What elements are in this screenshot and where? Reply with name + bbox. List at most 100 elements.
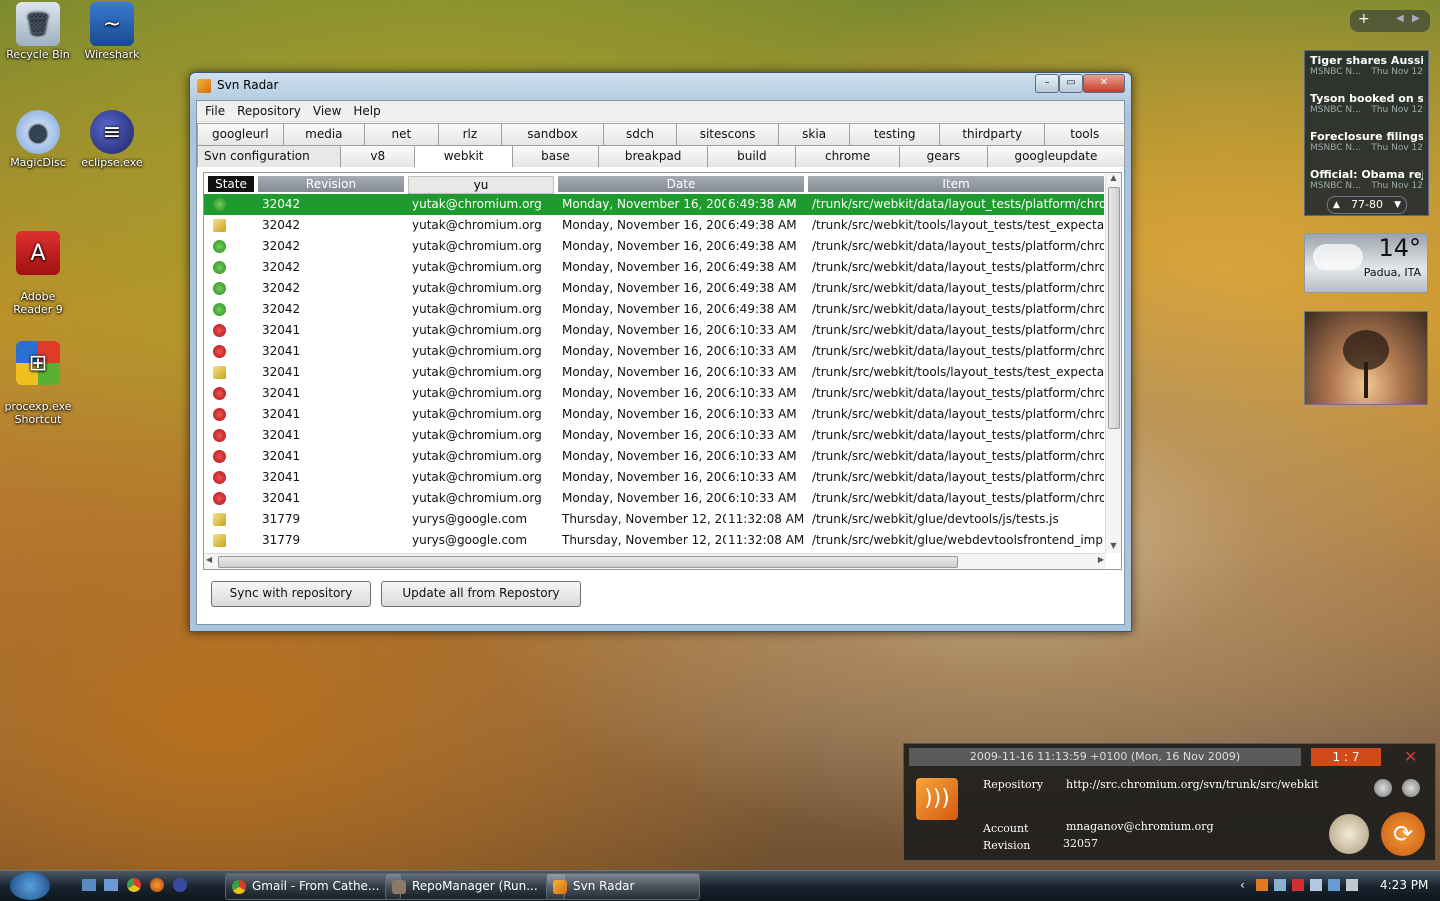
horizontal-scroll-thumb[interactable]: [218, 556, 958, 568]
tray-network-icon[interactable]: [1274, 879, 1286, 891]
table-row[interactable]: 32042 yutak@chromium.org Monday, November …: [204, 236, 1104, 257]
desktop-icon-adobe-reader[interactable]: A Adobe Reader 9: [0, 218, 76, 329]
revision-grid[interactable]: State Revision yu Date Item 32042 yutak@c…: [203, 172, 1122, 570]
tab-build[interactable]: build: [707, 145, 797, 167]
table-row[interactable]: 32042 yutak@chromium.org Monday, November …: [204, 257, 1104, 278]
tab-chrome[interactable]: chrome: [795, 145, 900, 167]
maximize-button[interactable]: ▭: [1059, 74, 1083, 93]
author-filter-input[interactable]: yu: [408, 176, 554, 194]
tab-media[interactable]: media: [282, 123, 366, 145]
show-desktop-icon[interactable]: [82, 879, 96, 891]
news-item[interactable]: Foreclosure filings di... MSNBC N...Thu …: [1305, 127, 1428, 165]
sidebar-prev-icon[interactable]: ◀: [1396, 13, 1404, 24]
svn-notification-popup[interactable]: 2009-11-16 11:13:59 +0100 (Mon, 16 Nov 2…: [903, 743, 1436, 861]
scroll-down-icon[interactable]: ▼: [1106, 541, 1121, 553]
tab-googleupdate[interactable]: googleupdate: [986, 145, 1126, 167]
news-next-icon[interactable]: ▼: [1394, 197, 1401, 213]
tab-net[interactable]: net: [364, 123, 439, 145]
sidebar-next-icon[interactable]: ▶: [1412, 13, 1420, 24]
scroll-up-icon[interactable]: ▲: [1106, 173, 1121, 185]
weather-gadget[interactable]: 14° Padua, ITA: [1304, 233, 1428, 293]
tab-thirdparty[interactable]: thirdparty: [938, 123, 1046, 145]
column-header-state[interactable]: State: [208, 176, 254, 192]
table-row[interactable]: 31779 yurys@google.com Thursday, November …: [204, 530, 1104, 551]
menu-view[interactable]: View: [307, 104, 347, 118]
tab-googleurl[interactable]: googleurl: [197, 123, 284, 145]
table-row[interactable]: 32041 yutak@chromium.org Monday, November …: [204, 383, 1104, 404]
table-row[interactable]: 32042 yutak@chromium.org Monday, November …: [204, 278, 1104, 299]
column-header-revision[interactable]: Revision: [258, 176, 404, 192]
table-row[interactable]: 31779 yurys@google.com Thursday, November …: [204, 509, 1104, 530]
title-bar[interactable]: Svn Radar – ▭ ✕: [190, 73, 1131, 99]
table-row[interactable]: 32041 yutak@chromium.org Monday, November …: [204, 404, 1104, 425]
tray-battery-icon[interactable]: [1310, 879, 1322, 891]
news-prev-icon[interactable]: ▲: [1333, 197, 1340, 213]
tray-volume-icon[interactable]: [1346, 879, 1358, 891]
notes-icon[interactable]: [1329, 814, 1369, 854]
minimize-button[interactable]: –: [1035, 74, 1059, 93]
table-row[interactable]: 32041 yutak@chromium.org Monday, November …: [204, 467, 1104, 488]
add-gadget-icon[interactable]: +: [1358, 11, 1370, 27]
slideshow-gadget[interactable]: [1304, 311, 1428, 405]
desktop-icon-eclipse[interactable]: ≡ eclipse.exe: [74, 110, 150, 169]
menu-file[interactable]: File: [199, 104, 231, 118]
table-row[interactable]: 32041 yutak@chromium.org Monday, November …: [204, 425, 1104, 446]
start-button[interactable]: [10, 872, 50, 900]
task-svn-radar[interactable]: Svn Radar: [546, 873, 700, 900]
tab-sitescons[interactable]: sitescons: [676, 123, 779, 145]
scroll-left-icon[interactable]: ◀: [206, 555, 212, 564]
repository-url[interactable]: http://src.chromium.org/svn/trunk/src/we…: [1066, 778, 1319, 791]
news-item[interactable]: Tiger shares Aussie ... MSNBC N...Thu No…: [1305, 51, 1428, 89]
desktop-icon-procexp[interactable]: ⊞ procexp.exe Shortcut: [0, 328, 76, 439]
clock[interactable]: 4:23 PM: [1380, 878, 1428, 892]
task-repomanager[interactable]: RepoManager (Run...: [385, 873, 565, 900]
chrome-icon[interactable]: [127, 878, 141, 892]
eclipse-quicklaunch-icon[interactable]: [173, 878, 187, 892]
update-all-button[interactable]: Update all from Repostory: [381, 581, 581, 607]
sync-with-repository-button[interactable]: Sync with repository: [211, 581, 371, 607]
scroll-right-icon[interactable]: ▶: [1098, 555, 1104, 564]
column-header-date[interactable]: Date: [558, 176, 804, 192]
prev-notification-button[interactable]: [1374, 779, 1392, 797]
tab-sandbox[interactable]: sandbox: [501, 123, 604, 145]
next-notification-button[interactable]: [1402, 779, 1420, 797]
tab-tools[interactable]: tools: [1044, 123, 1126, 145]
menu-help[interactable]: Help: [347, 104, 386, 118]
tab-skia[interactable]: skia: [777, 123, 851, 145]
svn-configuration-label[interactable]: Svn configuration: [197, 145, 342, 167]
table-row[interactable]: 32041 yutak@chromium.org Monday, November …: [204, 341, 1104, 362]
vertical-scroll-thumb[interactable]: [1108, 187, 1120, 429]
tab-gears[interactable]: gears: [898, 145, 988, 167]
firefox-icon[interactable]: [150, 878, 164, 892]
tab-base[interactable]: base: [511, 145, 599, 167]
task-gmail[interactable]: Gmail - From Cathe...: [225, 873, 401, 900]
tray-expand-icon[interactable]: ‹: [1240, 878, 1245, 892]
tray-gmail-icon[interactable]: [1292, 879, 1304, 891]
table-row[interactable]: 32041 yutak@chromium.org Monday, November …: [204, 446, 1104, 467]
tab-breakpad[interactable]: breakpad: [597, 145, 709, 167]
notification-close-icon[interactable]: ✕: [1404, 747, 1417, 766]
desktop-icon-recycle-bin[interactable]: 🗑 Recycle Bin: [0, 2, 76, 61]
menu-repository[interactable]: Repository: [231, 104, 307, 118]
tab-webkit[interactable]: webkit: [414, 145, 513, 167]
table-row[interactable]: 32042 yutak@chromium.org Monday, November …: [204, 215, 1104, 236]
tray-icons[interactable]: [1256, 879, 1366, 893]
tray-rss-icon[interactable]: [1256, 879, 1268, 891]
tray-display-icon[interactable]: [1328, 879, 1340, 891]
tab-testing[interactable]: testing: [849, 123, 940, 145]
svn-radar-window[interactable]: Svn Radar – ▭ ✕ File Repository View Hel…: [189, 72, 1132, 632]
table-row[interactable]: 32041 yutak@chromium.org Monday, November …: [204, 488, 1104, 509]
switch-windows-icon[interactable]: [104, 879, 118, 891]
tab-sdch[interactable]: sdch: [602, 123, 678, 145]
close-button[interactable]: ✕: [1083, 74, 1125, 93]
horizontal-scrollbar[interactable]: ◀ ▶: [204, 553, 1106, 569]
refresh-icon[interactable]: ⟳: [1381, 812, 1425, 856]
desktop-icon-magicdisc[interactable]: ● MagicDisc: [0, 110, 76, 169]
tab-v8[interactable]: v8: [340, 145, 416, 167]
desktop-icon-wireshark[interactable]: ~ Wireshark: [74, 2, 150, 61]
column-header-item[interactable]: Item: [808, 176, 1104, 192]
table-row[interactable]: 32041 yutak@chromium.org Monday, November …: [204, 362, 1104, 383]
vertical-scrollbar[interactable]: ▲ ▼: [1105, 173, 1121, 553]
table-row[interactable]: 32042 yutak@chromium.org Monday, November …: [204, 299, 1104, 320]
tab-rlz[interactable]: rlz: [437, 123, 503, 145]
